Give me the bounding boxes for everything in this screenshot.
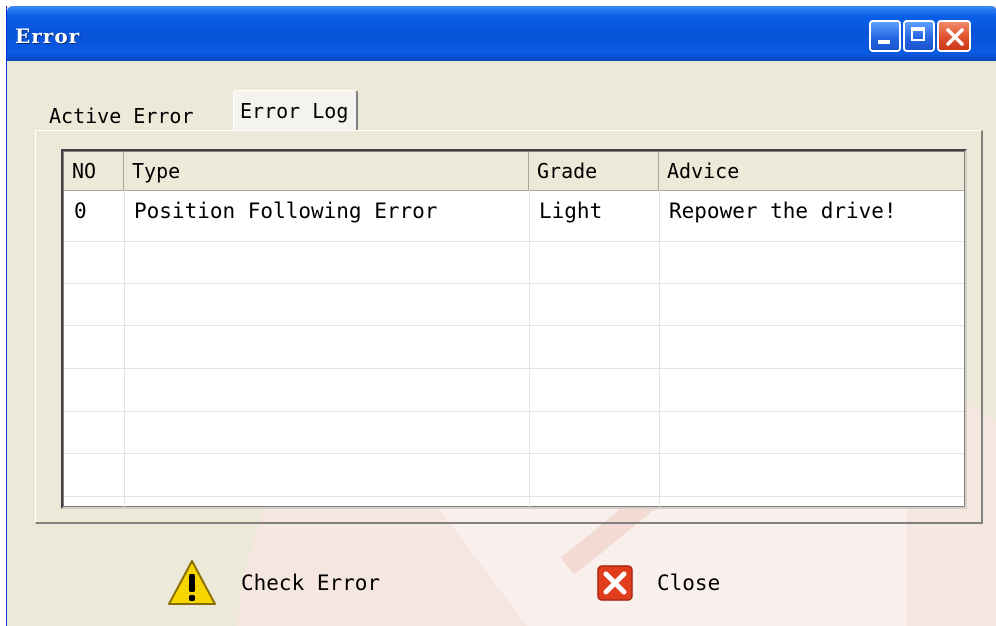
close-label: Close [657, 571, 721, 595]
cell-type: Position Following Error [134, 199, 438, 223]
maximize-button[interactable] [903, 20, 935, 52]
row-divider [64, 368, 964, 369]
close-button[interactable]: Close [597, 554, 720, 612]
cell-no: 0 [74, 199, 87, 223]
close-x-icon [946, 28, 964, 46]
row-divider [64, 325, 964, 326]
table-row[interactable]: 0 Position Following Error Light Repower… [64, 191, 964, 234]
check-error-label: Check Error [241, 571, 381, 595]
table-header: NO Type Grade Advice [64, 152, 964, 191]
row-divider [64, 453, 964, 454]
error-log-table[interactable]: NO Type Grade Advice 0 Position Followin… [61, 149, 967, 509]
title-bar[interactable]: Error [7, 6, 996, 61]
column-divider [659, 190, 660, 507]
column-divider [124, 190, 125, 507]
column-header-advice[interactable]: Advice [659, 152, 964, 190]
close-icon [597, 565, 633, 601]
column-header-no[interactable]: NO [64, 152, 124, 190]
cell-grade: Light [539, 199, 603, 223]
error-dialog: Error Active Error Error Log NO Type Gra… [6, 6, 996, 626]
close-window-button[interactable] [937, 20, 971, 52]
column-header-grade[interactable]: Grade [529, 152, 659, 190]
window-title: Error [15, 24, 81, 48]
cell-advice: Repower the drive! [669, 199, 897, 223]
column-divider [529, 190, 530, 507]
check-error-button[interactable]: Check Error [167, 554, 380, 612]
row-divider [64, 283, 964, 284]
row-divider [64, 411, 964, 412]
column-header-type[interactable]: Type [124, 152, 529, 190]
row-divider [64, 241, 964, 242]
warning-icon [168, 560, 216, 605]
row-divider [64, 496, 964, 497]
tab-error-log[interactable]: Error Log [233, 90, 359, 131]
minimize-button[interactable] [869, 20, 901, 52]
